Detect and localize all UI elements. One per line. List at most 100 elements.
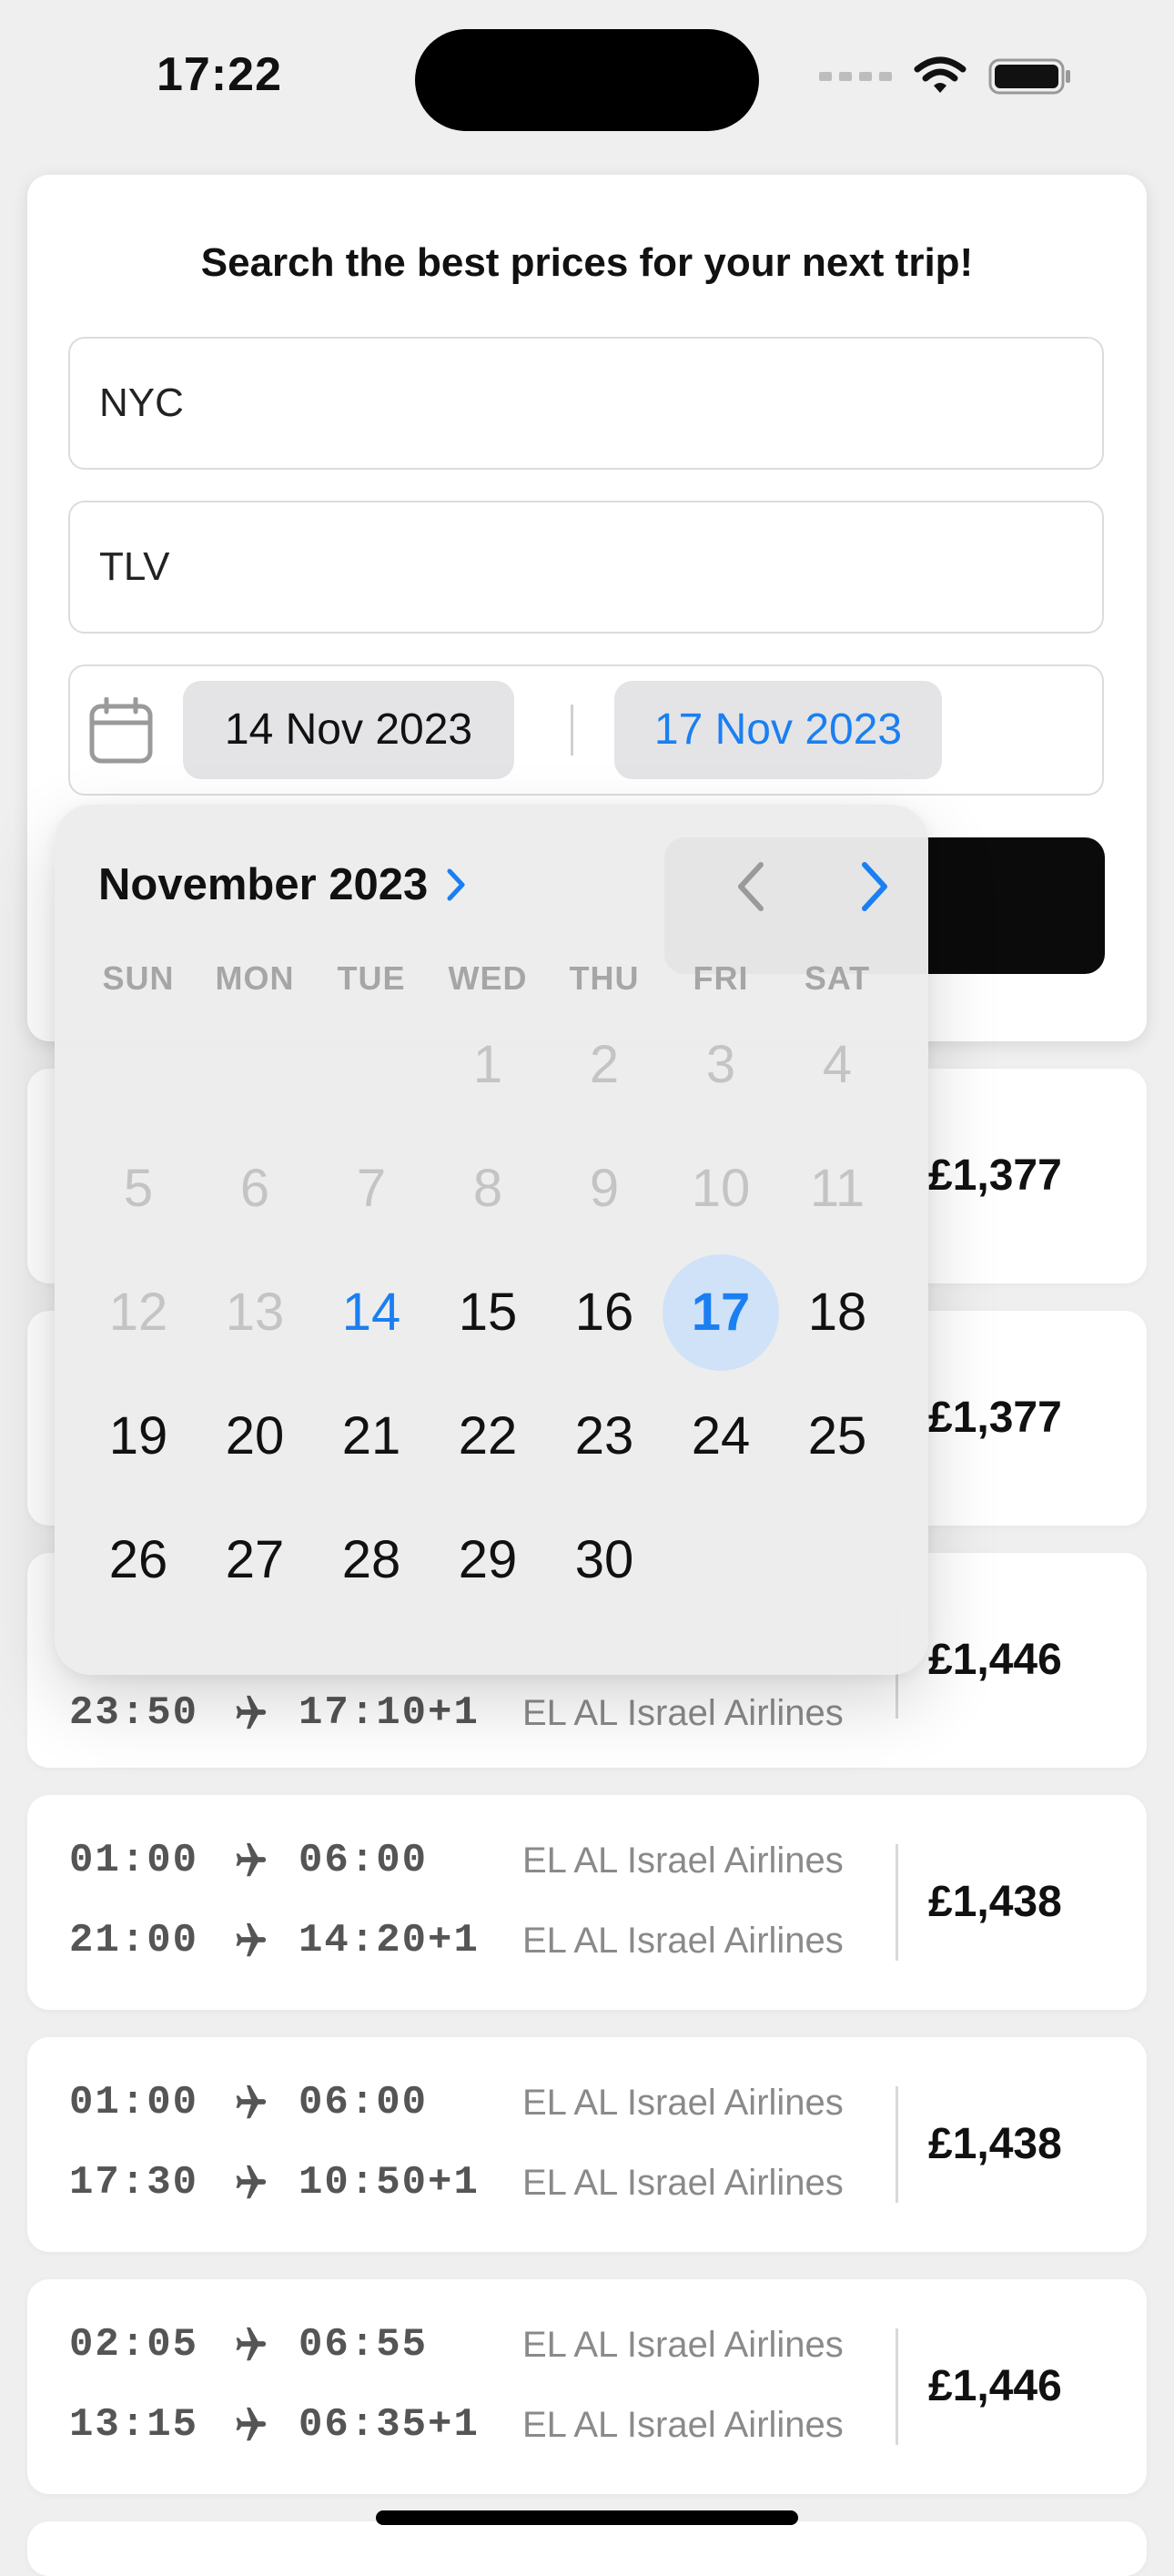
airline-name: EL AL Israel Airlines bbox=[522, 1841, 844, 1881]
calendar-day[interactable]: 30 bbox=[546, 1502, 663, 1618]
calendar-day[interactable]: 20 bbox=[197, 1378, 313, 1495]
calendar-day: 1 bbox=[472, 1035, 503, 1094]
weekday-label: THU bbox=[569, 959, 640, 997]
month-year-selector[interactable]: November 2023 bbox=[98, 859, 466, 910]
result-leg: 02:05 06:55 bbox=[69, 2317, 428, 2372]
arrival-time: 17:10+1 bbox=[299, 1690, 480, 1736]
arrival-time: 10:50+1 bbox=[299, 2160, 480, 2206]
calendar-icon bbox=[89, 697, 153, 764]
result-leg: 23:50 17:10+1 bbox=[69, 1686, 480, 1740]
weekday-label: SAT bbox=[804, 959, 871, 997]
result-leg: 01:00 06:00 bbox=[69, 2075, 428, 2130]
calendar-day[interactable]: 26 bbox=[80, 1502, 197, 1618]
calendar-day[interactable]: 19 bbox=[80, 1378, 197, 1495]
departure-time: 01:00 bbox=[69, 2080, 199, 2125]
home-indicator bbox=[376, 2510, 798, 2525]
calendar-day: 8 bbox=[472, 1159, 503, 1218]
result-leg: 01:00 06:00 bbox=[69, 1833, 428, 1888]
weekday-label: WED bbox=[448, 959, 528, 997]
result-card[interactable]: 02:05 06:55 EL AL Israel Airlines 13:15 … bbox=[27, 2279, 1147, 2494]
calendar-day[interactable]: 15 bbox=[430, 1254, 546, 1371]
result-card[interactable] bbox=[27, 2521, 1147, 2576]
calendar-day[interactable]: 21 bbox=[313, 1378, 430, 1495]
plane-icon bbox=[226, 2324, 271, 2366]
plane-icon bbox=[226, 2082, 271, 2124]
status-time: 17:22 bbox=[157, 48, 282, 101]
plane-icon bbox=[226, 1692, 271, 1734]
calendar-day: 13 bbox=[225, 1283, 285, 1342]
start-date-chip[interactable]: 14 Nov 2023 bbox=[183, 681, 514, 779]
date-picker-popover: November 2023 SUN MON TUE WED THU FRI SA… bbox=[55, 805, 928, 1675]
calendar-day: 4 bbox=[822, 1035, 853, 1094]
calendar-day: 2 bbox=[589, 1035, 620, 1094]
airline-name: EL AL Israel Airlines bbox=[522, 2083, 844, 2123]
result-price: £1,377 bbox=[928, 1394, 1062, 1442]
result-price: £1,446 bbox=[928, 2362, 1062, 2410]
price-divider bbox=[896, 2328, 898, 2445]
month-label: November 2023 bbox=[98, 860, 429, 909]
weekday-label: MON bbox=[215, 959, 295, 997]
plane-icon bbox=[226, 1840, 271, 1881]
previous-month-button[interactable] bbox=[719, 850, 783, 923]
dynamic-island bbox=[415, 29, 759, 131]
battery-icon bbox=[988, 58, 1070, 95]
arrival-time: 06:00 bbox=[299, 1838, 429, 1883]
departure-time: 23:50 bbox=[69, 1690, 199, 1736]
arrival-time: 06:35+1 bbox=[299, 2402, 480, 2448]
calendar-day[interactable]: 16 bbox=[546, 1254, 663, 1371]
result-card[interactable]: 01:00 06:00 EL AL Israel Airlines 17:30 … bbox=[27, 2037, 1147, 2252]
airline-name: EL AL Israel Airlines bbox=[522, 2405, 844, 2445]
calendar-day-range-start[interactable]: 14 bbox=[313, 1254, 430, 1371]
result-price: £1,377 bbox=[928, 1151, 1062, 1200]
calendar-day[interactable]: 28 bbox=[313, 1502, 430, 1618]
calendar-day: 11 bbox=[809, 1159, 865, 1218]
chevron-left-icon bbox=[738, 862, 764, 911]
calendar-day[interactable]: 18 bbox=[779, 1254, 896, 1371]
calendar-day: 12 bbox=[108, 1283, 168, 1342]
result-card[interactable]: 01:00 06:00 EL AL Israel Airlines 21:00 … bbox=[27, 1795, 1147, 2010]
origin-input[interactable]: NYC bbox=[68, 337, 1104, 470]
next-month-button[interactable] bbox=[843, 850, 906, 923]
airline-name: EL AL Israel Airlines bbox=[522, 2325, 844, 2365]
date-range-field: 14 Nov 2023 17 Nov 2023 bbox=[68, 664, 1104, 796]
departure-time: 02:05 bbox=[69, 2322, 199, 2368]
calendar-day: 10 bbox=[691, 1159, 751, 1218]
result-price: £1,438 bbox=[928, 1878, 1062, 1926]
calendar-day[interactable]: 23 bbox=[546, 1378, 663, 1495]
end-date-chip[interactable]: 17 Nov 2023 bbox=[614, 681, 942, 779]
airline-name: EL AL Israel Airlines bbox=[522, 2163, 844, 2203]
airline-name: EL AL Israel Airlines bbox=[522, 1921, 844, 1961]
result-price: £1,438 bbox=[928, 2120, 1062, 2168]
result-leg: 21:00 14:20+1 bbox=[69, 1913, 480, 1968]
calendar-day[interactable]: 27 bbox=[197, 1502, 313, 1618]
weekday-label: SUN bbox=[102, 959, 175, 997]
weekday-label: FRI bbox=[693, 959, 749, 997]
weekday-label: TUE bbox=[337, 959, 406, 997]
cellular-signal-icon bbox=[819, 72, 892, 81]
arrival-time: 06:00 bbox=[299, 2080, 429, 2125]
calendar-day: 5 bbox=[123, 1159, 154, 1218]
date-separator bbox=[571, 705, 573, 756]
plane-icon bbox=[226, 2404, 271, 2446]
result-price: £1,446 bbox=[928, 1636, 1062, 1684]
arrival-time: 06:55 bbox=[299, 2322, 429, 2368]
calendar-day[interactable]: 25 bbox=[779, 1378, 896, 1495]
search-headline: Search the best prices for your next tri… bbox=[200, 240, 974, 285]
calendar-day[interactable]: 29 bbox=[430, 1502, 546, 1618]
status-icons bbox=[819, 56, 1072, 96]
calendar-day: 6 bbox=[239, 1159, 270, 1218]
calendar-day-selected[interactable]: 17 bbox=[663, 1254, 779, 1371]
calendar-day[interactable]: 22 bbox=[430, 1378, 546, 1495]
destination-input[interactable]: TLV bbox=[68, 501, 1104, 634]
chevron-right-icon bbox=[862, 862, 887, 911]
calendar-day: 3 bbox=[705, 1035, 736, 1094]
departure-time: 21:00 bbox=[69, 1918, 199, 1963]
plane-icon bbox=[226, 1920, 271, 1962]
departure-time: 17:30 bbox=[69, 2160, 199, 2206]
calendar-day[interactable]: 24 bbox=[663, 1378, 779, 1495]
departure-time: 13:15 bbox=[69, 2402, 199, 2448]
airline-name: EL AL Israel Airlines bbox=[522, 1693, 844, 1733]
chevron-right-icon bbox=[446, 867, 466, 902]
calendar-day: 7 bbox=[356, 1159, 387, 1218]
wifi-icon bbox=[914, 56, 967, 93]
